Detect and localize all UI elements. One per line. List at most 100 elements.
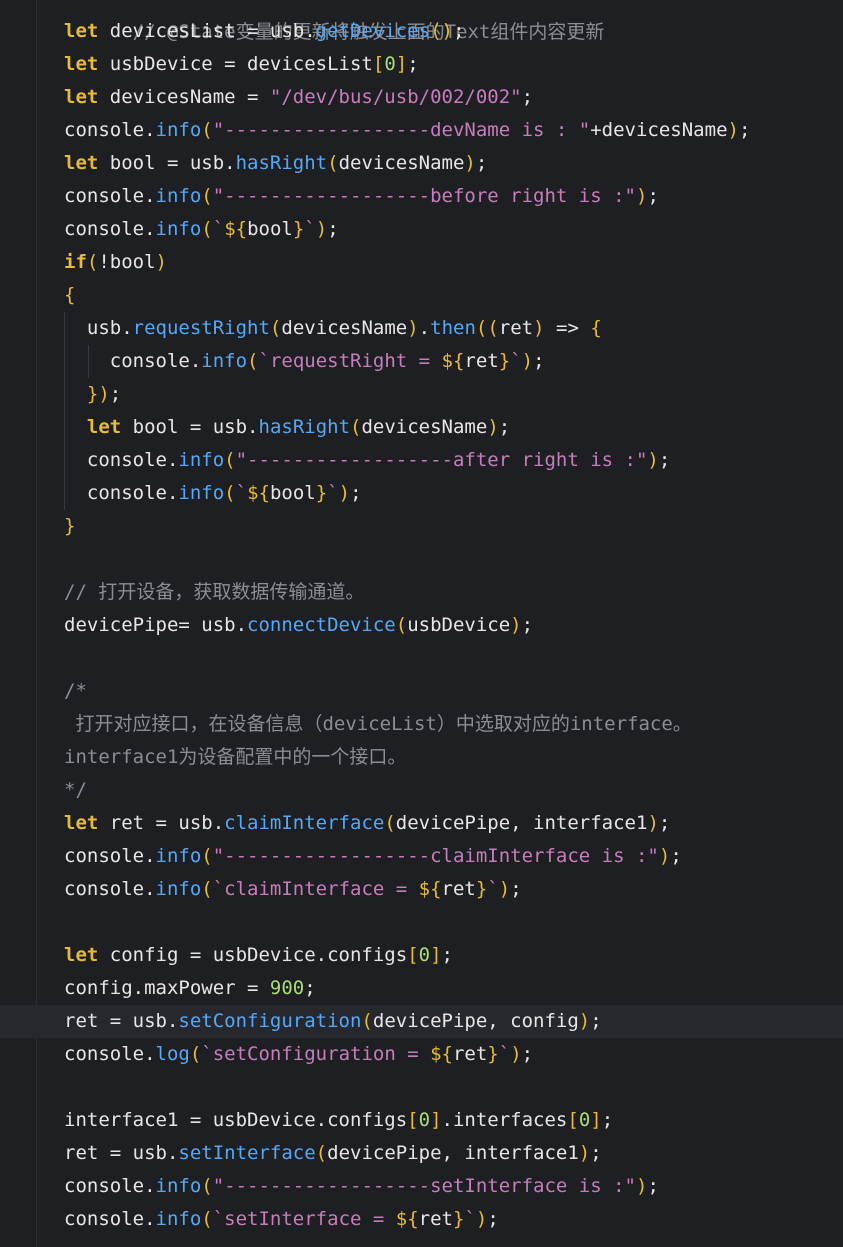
code-line[interactable]: interface1为设备配置中的一个接口。 [0,741,843,774]
code-token: ( [201,185,213,207]
code-token: "------------------devName is : " [212,119,591,141]
code-token: interface1 = usbDevice.configs [64,1109,408,1131]
code-line[interactable] [0,642,843,675]
code-line[interactable]: let config = usbDevice.configs[0]; [0,939,843,972]
code-token: ) [578,1010,591,1032]
code-token: "------------------setInterface is :" [212,1175,636,1197]
code-token: ( [350,416,362,438]
code-line[interactable]: interface1 = usbDevice.configs[0].interf… [0,1104,843,1137]
code-line[interactable]: if(!bool) [0,246,843,279]
code-token: ret [441,878,476,900]
code-line[interactable]: let devicesName = "/dev/bus/usb/002/002"… [0,81,843,114]
code-line[interactable]: devicePipe= usb.connectDevice(usbDevice)… [0,609,843,642]
code-token: ) [647,812,659,834]
code-line[interactable]: console.info("------------------after ri… [0,444,843,477]
indent-guide [64,345,65,378]
code-token: ) [510,1043,522,1065]
code-token: info [155,185,202,207]
code-token: ret = usb. [64,1142,179,1164]
code-line[interactable]: /* [0,675,843,708]
code-token: ${ [224,218,248,240]
code-line[interactable]: console.info(`${bool}`); [0,213,843,246]
code-token: [ [407,944,419,966]
code-line[interactable]: } [0,510,843,543]
code-token: ( [201,878,213,900]
code-token: { [64,284,76,306]
code-token: hasRight [235,152,328,174]
code-token: let [64,152,99,174]
code-line[interactable]: console.info("------------------devName … [0,114,843,147]
code-token: ( [201,119,213,141]
code-token: ` [212,218,225,240]
code-token: ; [533,350,545,372]
code-line[interactable] [0,906,843,939]
code-token: console. [64,218,156,240]
code-token: usbDevice [407,614,511,636]
code-line[interactable]: console.log(`setConfiguration = ${ret}`)… [0,1038,843,1071]
code-token: interface1为设备配置中的一个接口。 [64,746,407,768]
code-line[interactable]: console.info(`setInterface = ${ret}`); [0,1203,843,1236]
code-token: ] [430,944,442,966]
code-token: ( [224,482,236,504]
code-editor[interactable]: // @State变量的更新将触发上面的Text组件内容更新 let devic… [0,0,843,1247]
code-token: ` [498,1043,511,1065]
code-line[interactable] [0,543,843,576]
code-line[interactable]: ret = usb.setInterface(devicePipe, inter… [0,1137,843,1170]
code-token: ) [647,449,659,471]
code-token: ret [498,317,534,339]
code-token: info [155,218,202,240]
code-line[interactable]: let bool = usb.hasRight(devicesName); [0,411,843,444]
code-token: ; [109,383,122,405]
code-line[interactable]: console.info(`${bool}`); [0,477,843,510]
code-token: ; [510,878,522,900]
code-token: ) [727,119,739,141]
code-line[interactable]: usb.requestRight(devicesName).then((ret)… [0,312,843,345]
code-token: `setConfiguration = [201,1043,431,1065]
code-token: getDevices [315,20,431,42]
code-token: }) [86,383,110,405]
code-token: log [155,1043,190,1065]
code-line[interactable]: console.info("------------------before r… [0,180,843,213]
code-line[interactable]: let ret = usb.claimInterface(devicePipe,… [0,807,843,840]
code-token: info [155,845,202,867]
code-token: ; [647,185,659,207]
code-line[interactable]: */ [0,774,843,807]
code-line[interactable]: let bool = usb.hasRight(devicesName); [0,147,843,180]
code-token: { [590,317,602,339]
code-line[interactable]: console.info(`claimInterface = ${ret}`); [0,873,843,906]
code-token: usb. [64,317,133,339]
code-line-header-comment[interactable]: // @State变量的更新将触发上面的Text组件内容更新 [0,0,843,43]
code-line[interactable]: console.info("------------------setInter… [0,1170,843,1203]
code-token: ${ [430,1043,453,1065]
code-line[interactable]: config.maxPower = 900; [0,972,843,1005]
code-line[interactable]: }); [0,378,843,411]
code-token: ; [327,218,339,240]
code-line[interactable]: let usbDevice = devicesList[0]; [0,48,843,81]
code-token: } [498,350,511,372]
code-token: let [64,812,99,834]
code-token: ${ [441,350,465,372]
code-token: ` [304,218,316,240]
code-token: usbDevice = devicesList [98,53,373,75]
code-line[interactable]: ret = usb.setConfiguration(devicePipe, c… [0,1005,843,1038]
code-line[interactable]: let devicesList = usb.getDevices(); [0,15,843,48]
code-token: devicesList = usb. [98,20,316,42]
code-token: let [64,86,99,108]
code-line[interactable]: // 打开设备，获取数据传输通道。 [0,576,843,609]
code-token: let [64,53,99,75]
code-token: devicePipe, config [372,1010,579,1032]
code-line[interactable]: 打开对应接口，在设备信息（deviceList）中选取对应的interface。 [0,708,843,741]
code-token: ; [441,944,453,966]
code-token: ( [327,152,339,174]
code-token: ( [384,812,396,834]
code-token: if [64,251,87,273]
code-line[interactable]: console.info(`requestRight = ${ret}`); [0,345,843,378]
code-line[interactable]: { [0,279,843,312]
code-token: claimInterface [224,812,385,834]
code-line[interactable] [0,1071,843,1104]
code-token: ${ [247,482,270,504]
code-token: ret [418,1208,453,1230]
code-token: ` [487,878,499,900]
code-token: */ [64,779,87,801]
code-line[interactable]: console.info("------------------claimInt… [0,840,843,873]
